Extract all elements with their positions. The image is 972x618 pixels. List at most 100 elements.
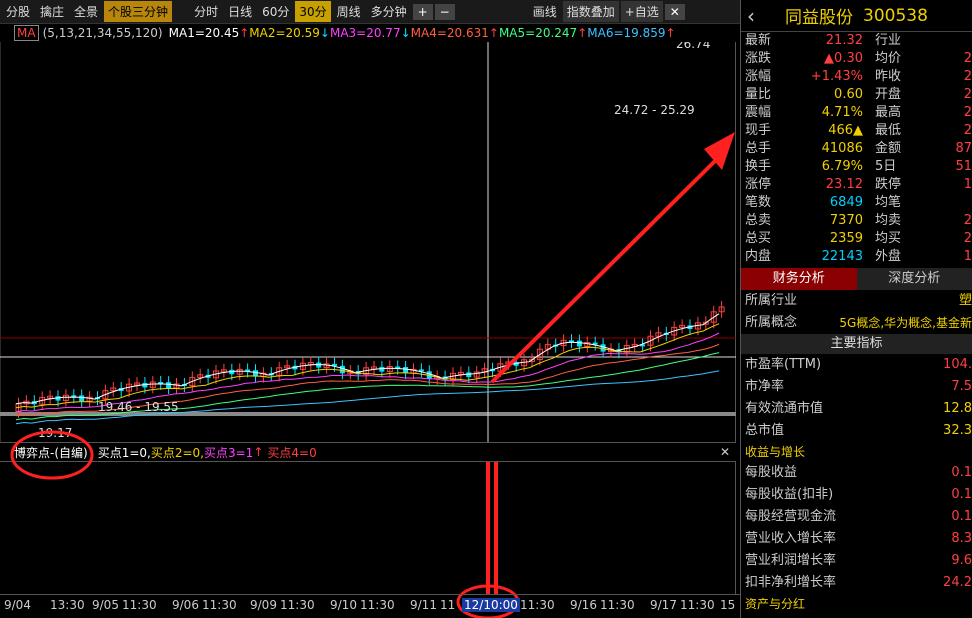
indicator-circle	[10, 430, 94, 480]
concept-label: 所属概念	[745, 315, 798, 330]
quote-label: 涨跌	[745, 51, 772, 66]
quote-label-2: 外盘	[875, 249, 902, 264]
quote-panel: ‹ 同益股份 300538 最新 21.32 行业涨跌 ▲0.30 均价 2 涨幅 +1.43…	[740, 0, 972, 618]
quote-label: 涨幅	[745, 69, 772, 84]
quote-value-2: 2	[963, 213, 972, 228]
float-value: 12.8	[943, 401, 972, 416]
quote-row: 涨跌 ▲0.30 均价 2	[741, 50, 972, 68]
quote-label-2: 5日	[875, 159, 897, 174]
quote-label-2: 最低	[875, 123, 902, 138]
time-tick: 15	[720, 598, 736, 612]
total-value: 32.3	[943, 423, 972, 438]
float-row: 有效流通市值 12.8	[741, 398, 972, 420]
quote-label: 震幅	[745, 105, 772, 120]
quote-value: 0.60	[834, 87, 863, 102]
time-tick: 9/06	[172, 598, 199, 612]
quote-row: 换手 6.79% 5日 51	[741, 158, 972, 176]
quote-value-2	[907, 194, 972, 212]
growth-title: 收益与增长	[745, 445, 806, 459]
pb-value: 7.5	[951, 379, 972, 394]
eps2-row: 每股收益(扣非) 0.1	[741, 484, 972, 506]
quote-row: 总卖 7370 均卖 2	[741, 212, 972, 230]
quote-value-2: 2	[963, 231, 972, 246]
quote-value-2: 87	[955, 141, 972, 156]
annotation-overlay	[10, 430, 520, 618]
analysis-tabs: 财务分析 深度分析	[741, 268, 972, 290]
quote-value-2: 2	[963, 105, 972, 120]
time-tick: 9/11	[410, 598, 437, 612]
pe-row: 市盈率(TTM) 104.	[741, 354, 972, 376]
stock-header: ‹ 同益股份 300538	[741, 0, 972, 32]
stock-name: 同益股份	[785, 8, 853, 28]
quote-value-2: 51	[955, 159, 972, 174]
time-tick: 11:30	[280, 598, 315, 612]
rev-value: 8.3	[951, 531, 972, 546]
quote-row: 震幅 4.71% 最高 2	[741, 104, 972, 122]
time-tick: 9/16	[570, 598, 597, 612]
time-cursor-label: 12/10:00	[462, 598, 520, 612]
quote-label: 总买	[745, 231, 772, 246]
quote-value-2: 2	[963, 51, 972, 66]
quote-label-2: 跌停	[875, 177, 902, 192]
profit-label: 营业利润增长率	[745, 553, 837, 568]
np-label: 扣非净利增长率	[745, 575, 837, 590]
quote-label-2: 行业	[875, 33, 902, 48]
stock-code: 300538	[863, 5, 928, 26]
quote-row: 笔数 6849 均笔	[741, 194, 972, 212]
tab-depth[interactable]: 深度分析	[856, 268, 972, 290]
industry-value: 塑	[958, 293, 972, 308]
quote-value-2: 2	[963, 87, 972, 102]
time-tick: 9/05	[92, 598, 119, 612]
time-tick: 9/10	[330, 598, 357, 612]
time-tick: 9/17	[650, 598, 677, 612]
time-tick: 11	[440, 598, 456, 612]
quote-value: +1.43%	[810, 69, 863, 84]
np-value: 24.2	[943, 575, 972, 590]
pe-value: 104.	[943, 357, 972, 372]
pb-row: 市净率 7.5	[741, 376, 972, 398]
quote-row: 现手 466▲ 最低 2	[741, 122, 972, 140]
quote-value-2: 1	[963, 249, 972, 264]
quote-row: 总买 2359 均买 2	[741, 230, 972, 248]
quote-label-2: 最高	[875, 105, 902, 120]
quote-label: 涨停	[745, 177, 772, 192]
quote-value: 7370	[829, 213, 863, 228]
main-indicators-title: 主要指标	[741, 334, 972, 354]
time-tick: 9/09	[250, 598, 277, 612]
back-arrow-icon[interactable]: ‹	[747, 4, 755, 28]
pb-label: 市净率	[745, 379, 785, 394]
concept-value[interactable]: 5G概念,华为概念,基金新	[839, 312, 972, 334]
quote-label-2: 开盘	[875, 87, 902, 102]
industry-label: 所属行业	[745, 293, 798, 308]
quote-value: 6.79%	[821, 159, 863, 174]
quote-value: 23.12	[825, 177, 863, 192]
concept-row: 所属概念 5G概念,华为概念,基金新	[741, 312, 972, 334]
time-tick: 11:30	[600, 598, 635, 612]
cf-value: 0.1	[951, 509, 972, 524]
time-tick: 9/04	[4, 598, 31, 612]
quote-value: 41086	[821, 141, 863, 156]
tab-financial[interactable]: 财务分析	[741, 268, 857, 290]
quote-label: 内盘	[745, 249, 772, 264]
quote-label: 总手	[745, 141, 772, 156]
quote-row: 最新 21.32 行业	[741, 32, 972, 50]
eps-value: 0.1	[951, 465, 972, 480]
cf-row: 每股经营现金流 0.1	[741, 506, 972, 528]
quote-row: 总手 41086 金额 87	[741, 140, 972, 158]
time-tick: 13:30	[50, 598, 85, 612]
time-tick: 11:30	[360, 598, 395, 612]
eps2-label: 每股收益(扣非)	[745, 487, 834, 502]
assets-title: 资产与分红	[745, 597, 806, 611]
quote-value: 21.32	[825, 33, 863, 48]
quote-label: 换手	[745, 159, 772, 174]
pe-label: 市盈率(TTM)	[745, 357, 822, 372]
rev-label: 营业收入增长率	[745, 531, 837, 546]
profit-value: 9.6	[951, 553, 972, 568]
eps2-value: 0.1	[951, 487, 972, 502]
time-tick: 11:30	[202, 598, 237, 612]
quote-row: 内盘 22143 外盘 1	[741, 248, 972, 266]
quote-table: 最新 21.32 行业 涨跌 ▲0.30 均价 2 涨幅 +1.43% 昨收 2 量比 0.60 开盘 2 震…	[741, 32, 972, 266]
quote-label: 现手	[745, 123, 772, 138]
quote-label: 最新	[745, 33, 772, 48]
quote-value-2: 1	[963, 177, 972, 192]
